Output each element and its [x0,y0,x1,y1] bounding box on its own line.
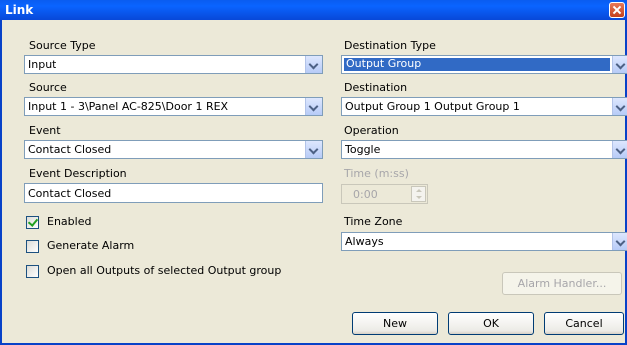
source-value: Input 1 - 3\Panel AC-825\Door 1 REX [28,100,229,113]
time-label: Time (m:ss) [344,167,409,180]
time-zone-value: Always [345,235,384,248]
open-all-outputs-label[interactable]: Open all Outputs of selected Output grou… [47,264,281,277]
window-title: Link [5,3,34,17]
chevron-down-icon[interactable] [305,141,322,158]
ok-label: OK [483,317,499,330]
cancel-button[interactable]: Cancel [544,312,624,335]
chevron-down-icon[interactable] [612,233,627,250]
event-label: Event [29,124,61,137]
operation-value: Toggle [345,143,381,156]
time-zone-dropdown[interactable]: Always [341,232,627,251]
event-value: Contact Closed [28,143,112,156]
chevron-down-icon[interactable] [612,56,627,73]
chevron-down-icon[interactable] [305,56,322,73]
source-type-label: Source Type [29,39,96,52]
source-type-value: Input [28,58,57,71]
open-all-outputs-checkbox[interactable] [26,265,39,278]
source-dropdown[interactable]: Input 1 - 3\Panel AC-825\Door 1 REX [24,97,323,116]
generate-alarm-checkbox[interactable] [26,240,39,253]
alarm-handler-label: Alarm Handler... [517,277,607,290]
event-dropdown[interactable]: Contact Closed [24,140,323,159]
alarm-handler-button[interactable]: Alarm Handler... [502,272,622,295]
chevron-down-icon[interactable] [612,98,627,115]
destination-type-value: Output Group [346,57,422,70]
operation-label: Operation [344,124,399,137]
source-label: Source [29,81,67,94]
destination-type-label: Destination Type [344,39,436,52]
event-description-value: Contact Closed [28,187,112,200]
title-bar[interactable]: Link [0,0,627,20]
event-description-label: Event Description [29,167,127,180]
destination-type-dropdown[interactable]: Output Group [341,55,627,74]
new-button[interactable]: New [352,312,438,335]
destination-dropdown[interactable]: Output Group 1 Output Group 1 [341,97,627,116]
cancel-label: Cancel [565,317,603,330]
enabled-checkbox[interactable] [26,216,39,229]
close-icon[interactable] [609,2,625,18]
operation-dropdown[interactable]: Toggle [341,140,627,159]
destination-value: Output Group 1 Output Group 1 [345,100,520,113]
chevron-down-icon[interactable] [612,141,627,158]
new-label: New [383,317,407,330]
chevron-down-icon[interactable] [305,98,322,115]
enabled-label[interactable]: Enabled [47,215,91,228]
destination-label: Destination [344,81,408,94]
ok-button[interactable]: OK [448,312,534,335]
time-value: 0:00 [353,188,378,201]
source-type-dropdown[interactable]: Input [24,55,323,74]
spin-arrows-icon[interactable] [411,186,426,202]
time-zone-label: Time Zone [344,215,403,228]
generate-alarm-label[interactable]: Generate Alarm [47,239,134,252]
link-dialog: Link Source Type Input Source Input 1 - … [0,0,627,345]
event-description-input[interactable]: Contact Closed [24,183,323,203]
time-spinner[interactable]: 0:00 [341,184,428,204]
